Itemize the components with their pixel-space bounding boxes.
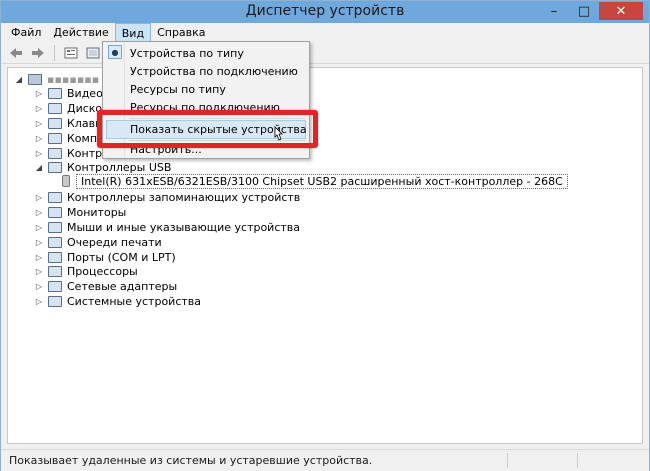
tree-item-label: Порты (COM и LPT) [67, 250, 176, 264]
expand-arrow-icon[interactable]: ▷ [34, 119, 44, 128]
tree-item-ports[interactable]: ▷ Порты (COM и LPT) [34, 250, 176, 264]
tree-item-label: Контроллеры запоминающих устройств [67, 190, 301, 204]
tree-item-usb-host-controller[interactable]: Intel(R) 631xESB/6321ESB/3100 Chipset US… [58, 173, 568, 189]
usb-plug-icon [62, 175, 70, 187]
title-bar[interactable]: Диспетчер устройств – □ ✕ [1, 1, 649, 23]
menu-item-devices-by-type[interactable]: Устройства по типу [130, 47, 244, 60]
tree-item-label: Мыши и иные указывающие устройства [67, 220, 301, 234]
storage-controller-icon [48, 191, 62, 203]
tree-item-storage-controllers[interactable]: ▷ Контроллеры запоминающих устройств [34, 190, 300, 204]
menu-file[interactable]: Файл [5, 23, 47, 42]
printer-icon [48, 236, 62, 248]
window-controls: – □ ✕ [539, 2, 643, 20]
expand-arrow-icon[interactable]: ▷ [34, 89, 44, 98]
tree-item-label: Сетевые адаптеры [67, 279, 178, 293]
back-arrow-icon[interactable] [7, 44, 25, 62]
system-device-icon [48, 295, 62, 307]
tree-item-system-devices[interactable]: ▷ Системные устройства [34, 294, 201, 308]
tree-item-print-queues[interactable]: ▷ Очереди печати [34, 235, 162, 249]
tree-root-label: ▪▪▪▪▪▪▪ [47, 72, 100, 86]
forward-arrow-icon[interactable] [29, 44, 47, 62]
expand-arrow-icon[interactable]: ▷ [34, 267, 44, 276]
highlight-annotation-frame [97, 110, 318, 148]
status-text: Показывает удаленные из системы и устаре… [9, 454, 373, 467]
mouse-cursor-icon [274, 126, 283, 141]
expand-arrow-icon[interactable]: ▷ [34, 297, 44, 306]
menu-view[interactable]: Вид [114, 23, 152, 42]
radio-check-icon: ● [108, 45, 122, 59]
tree-root[interactable]: ◢ ▪▪▪▪▪▪▪ [14, 72, 99, 86]
expand-arrow-icon[interactable]: ▷ [34, 193, 44, 202]
toolbar [1, 42, 649, 64]
toolbar-separator [54, 44, 55, 61]
computer-icon [48, 132, 62, 144]
menu-help[interactable]: Справка [151, 23, 211, 42]
close-button[interactable]: ✕ [599, 2, 643, 20]
menu-item-resources-by-type[interactable]: Ресурсы по типу [130, 83, 226, 96]
menu-item-devices-by-connection[interactable]: Устройства по подключению [130, 65, 298, 78]
tree-item-mice[interactable]: ▷ Мыши и иные указывающие устройства [34, 220, 300, 234]
ide-controller-icon [48, 147, 62, 159]
tree-item-display-adapters[interactable]: ▷ Видео [34, 86, 103, 100]
status-bar: Показывает удаленные из системы и устаре… [1, 449, 649, 471]
collapse-arrow-icon[interactable]: ◢ [34, 163, 44, 172]
menu-action[interactable]: Действие [47, 23, 114, 42]
status-pane [577, 453, 643, 468]
monitor-icon [48, 206, 62, 218]
maximize-button[interactable]: □ [569, 2, 599, 20]
usb-controller-icon [48, 161, 62, 173]
expand-arrow-icon[interactable]: ▷ [34, 253, 44, 262]
expand-arrow-icon[interactable]: ▷ [34, 238, 44, 247]
expand-arrow-icon[interactable]: ▷ [34, 223, 44, 232]
menu-bar: Файл Действие Вид Справка [1, 23, 649, 42]
port-icon [48, 251, 62, 263]
status-pane [507, 453, 573, 468]
tree-item-label: Системные устройства [67, 294, 201, 308]
network-adapter-icon [48, 280, 62, 292]
tree-item-label: Процессоры [67, 264, 138, 278]
tree-item-usb-controllers[interactable]: ◢ Контроллеры USB [34, 160, 172, 174]
tree-item-keyboards[interactable]: ▷ Клави [34, 116, 102, 130]
tree-item-label: Очереди печати [67, 235, 162, 249]
tree-item-label: Intel(R) 631xESB/6321ESB/3100 Chipset US… [76, 173, 568, 189]
expand-arrow-icon[interactable]: ▷ [34, 134, 44, 143]
expand-arrow-icon[interactable]: ▷ [34, 149, 44, 158]
properties-icon[interactable] [62, 44, 80, 62]
status-panes [507, 453, 643, 468]
tree-item-label: Контроллеры USB [67, 160, 172, 174]
help-icon[interactable] [84, 44, 102, 62]
disk-drive-icon [48, 102, 62, 114]
mouse-icon [48, 221, 62, 233]
tree-item-computer[interactable]: ▷ Компь [34, 131, 104, 145]
tree-item-label: Мониторы [67, 205, 127, 219]
collapse-arrow-icon[interactable]: ◢ [14, 75, 24, 84]
expand-arrow-icon[interactable]: ▷ [34, 208, 44, 217]
expand-arrow-icon[interactable]: ▷ [34, 104, 44, 113]
tree-item-network-adapters[interactable]: ▷ Сетевые адаптеры [34, 279, 177, 293]
minimize-button[interactable]: – [539, 2, 569, 20]
computer-icon [28, 73, 42, 85]
tree-item-processors[interactable]: ▷ Процессоры [34, 264, 138, 278]
device-manager-window: Диспетчер устройств – □ ✕ Файл Действие … [0, 0, 650, 471]
display-adapter-icon [48, 87, 62, 99]
expand-arrow-icon[interactable]: ▷ [34, 282, 44, 291]
tree-item-label: Видео [67, 86, 103, 100]
tree-item-monitors[interactable]: ▷ Мониторы [34, 205, 126, 219]
keyboard-icon [48, 117, 62, 129]
processor-icon [48, 265, 62, 277]
